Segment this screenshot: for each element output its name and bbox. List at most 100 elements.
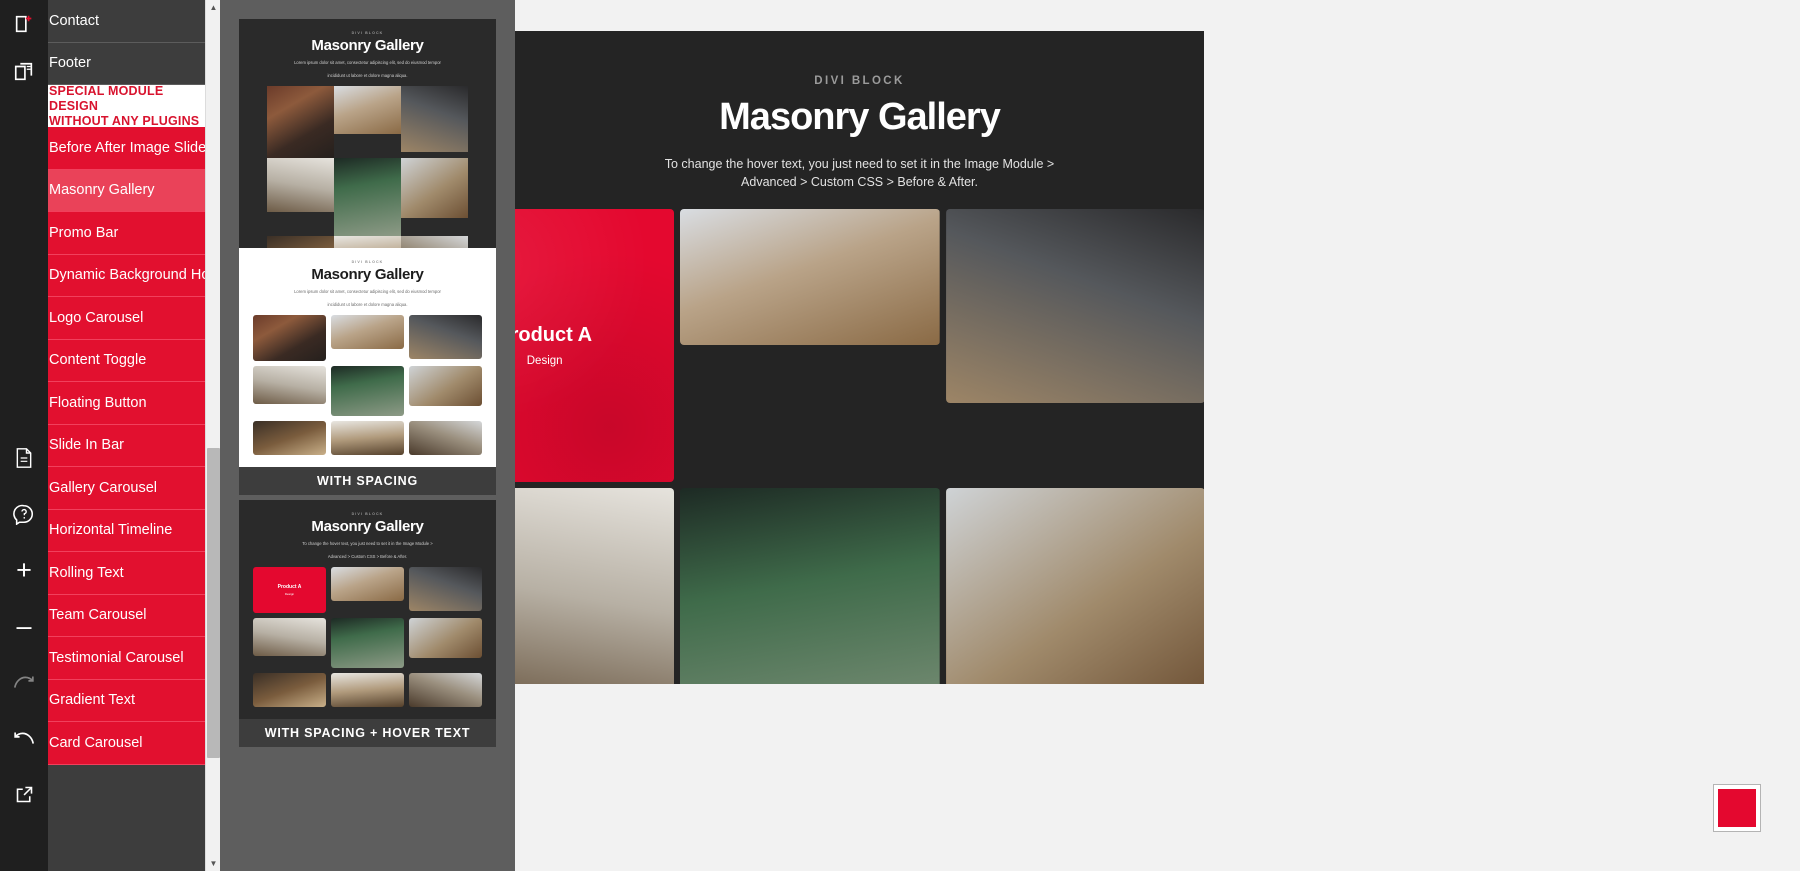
gallery-image[interactable] bbox=[680, 487, 940, 684]
gallery-image[interactable] bbox=[945, 487, 1204, 684]
thumb2-cell bbox=[331, 366, 404, 416]
sidebar-item-dynamic-background-hover[interactable]: Dynamic Background Hover bbox=[41, 254, 205, 297]
sidebar-item-logo-carousel[interactable]: Logo Carousel bbox=[41, 297, 205, 340]
sidebar-item-label: Masonry Gallery bbox=[49, 182, 155, 199]
undo-icon[interactable] bbox=[0, 710, 48, 766]
layout-preview-panel[interactable]: DIVI BLOCK Masonry Gallery Lorem ipsum d… bbox=[220, 0, 515, 871]
sidebar-item-label: Dynamic Background Hover bbox=[49, 267, 205, 284]
new-page-icon[interactable] bbox=[0, 0, 48, 48]
color-swatch[interactable] bbox=[1713, 784, 1761, 832]
thumb3-hover-tile: Product A Design bbox=[253, 567, 326, 613]
sidebar-item-slide-in-bar[interactable]: Slide In Bar bbox=[41, 424, 205, 467]
sidebar-item-floating-button[interactable]: Floating Button bbox=[41, 382, 205, 425]
sidebar-item-gallery-carousel[interactable]: Gallery Carousel bbox=[41, 467, 205, 510]
sidebar-item-label: Floating Button bbox=[49, 394, 147, 411]
redo-icon[interactable] bbox=[0, 654, 48, 710]
duplicate-page-icon[interactable] bbox=[0, 48, 48, 96]
thumb2-cell bbox=[409, 366, 482, 406]
sidebar-heading-line2: WITHOUT ANY PLUGINS bbox=[49, 113, 200, 128]
sidebar-item-special-module-design-without-any-plugins: SPECIAL MODULE DESIGN WITHOUT ANY PLUGINS bbox=[41, 83, 205, 128]
sidebar-item-horizontal-timeline[interactable]: Horizontal Timeline bbox=[41, 509, 205, 552]
thumb3-cell bbox=[331, 618, 404, 668]
thumb3-cell bbox=[253, 673, 326, 707]
thumb3-cell bbox=[331, 673, 404, 707]
thumb3-hover-subtitle: Design bbox=[284, 592, 295, 596]
canvas-eyebrow: DIVI BLOCK bbox=[814, 75, 905, 87]
canvas-subtitle-line1: To change the hover text, you just need … bbox=[664, 156, 1055, 171]
sidebar-item-masonry-gallery[interactable]: Masonry Gallery bbox=[41, 169, 205, 212]
thumb1-cell bbox=[334, 158, 401, 236]
open-external-icon[interactable] bbox=[0, 766, 48, 822]
thumb2-cell bbox=[409, 421, 482, 455]
zoom-in-icon[interactable]: + bbox=[0, 542, 48, 598]
thumb1-cell bbox=[334, 86, 401, 134]
module-menu-list: Contact Footer SPECIAL MODULE DESIGN WITHOU… bbox=[41, 0, 205, 765]
scroll-up-arrow-icon[interactable]: ▲ bbox=[206, 0, 221, 15]
thumb3-gallery-grid: Product A Design bbox=[239, 567, 496, 719]
thumb3-label: WITH SPACING + HOVER TEXT bbox=[239, 719, 496, 747]
thumb3-subtitle-line1: To change the hover text, you just need … bbox=[302, 541, 433, 546]
thumb3-cell bbox=[409, 673, 482, 707]
sidebar-item-label: Slide In Bar bbox=[49, 437, 124, 454]
hover-tile-subtitle: Design bbox=[526, 354, 563, 367]
sidebar-item-label: Gradient Text bbox=[49, 692, 135, 709]
thumbnail-with-spacing[interactable]: DIVI BLOCK Masonry Gallery Lorem ipsum d… bbox=[239, 248, 496, 495]
sidebar-item-label: Logo Carousel bbox=[49, 309, 144, 326]
help-icon[interactable] bbox=[0, 486, 48, 542]
thumb2-eyebrow: DIVI BLOCK bbox=[351, 260, 384, 264]
thumb2-subtitle-line2: incididunt ut labore et dolore magna ali… bbox=[327, 302, 408, 307]
sidebar-item-before-after-image-slider[interactable]: Before After Image Slider bbox=[41, 127, 205, 170]
thumb1-title: Masonry Gallery bbox=[311, 37, 424, 54]
sidebar-item-label: Card Carousel bbox=[49, 734, 143, 751]
thumb2-cell bbox=[253, 315, 326, 361]
document-icon[interactable] bbox=[0, 430, 48, 486]
thumb1-cell bbox=[401, 86, 468, 152]
gallery-image[interactable] bbox=[515, 487, 675, 684]
sidebar-item-team-carousel[interactable]: Team Carousel bbox=[41, 594, 205, 637]
sidebar-item-contact[interactable]: Contact bbox=[41, 0, 205, 43]
gallery-hover-tile[interactable]: Product A Design bbox=[515, 208, 675, 482]
sidebar-item-card-carousel[interactable]: Card Carousel bbox=[41, 722, 205, 765]
gallery-image[interactable] bbox=[945, 208, 1204, 403]
sidebar-item-label: Horizontal Timeline bbox=[49, 522, 173, 539]
thumb2-cell bbox=[331, 421, 404, 455]
zoom-out-icon[interactable]: – bbox=[0, 598, 48, 654]
color-swatch-fill bbox=[1718, 789, 1756, 827]
sidebar-item-label: Promo Bar bbox=[49, 224, 119, 241]
thumb2-cell bbox=[253, 366, 326, 404]
thumb2-title: Masonry Gallery bbox=[311, 266, 424, 283]
sidebar-heading-line1: SPECIAL MODULE DESIGN bbox=[49, 83, 164, 113]
thumb3-subtitle-line2: Advanced > Custom CSS > Before & After. bbox=[327, 554, 408, 559]
module-sidebar[interactable]: Contact Footer SPECIAL MODULE DESIGN WITHOU… bbox=[41, 0, 205, 871]
thumb3-cell bbox=[409, 567, 482, 611]
thumb2-subtitle-line1: Lorem ipsum dolor sit amet, consectetur … bbox=[294, 289, 441, 294]
thumb3-cell bbox=[409, 618, 482, 658]
sidebar-item-label: Before After Image Slider bbox=[49, 139, 205, 156]
thumb1-cell bbox=[267, 86, 334, 158]
thumbnail-with-spacing-hover-text[interactable]: DIVI BLOCK Masonry Gallery To change the… bbox=[239, 500, 496, 747]
sidebar-scrollbar-thumb[interactable] bbox=[207, 448, 220, 758]
sidebar-item-footer[interactable]: Footer bbox=[41, 42, 205, 85]
gallery-image[interactable] bbox=[680, 208, 940, 345]
canvas-header: DIVI BLOCK Masonry Gallery To change the… bbox=[515, 31, 1204, 191]
sidebar-scrollbar-track[interactable]: ▲ ▼ bbox=[205, 0, 220, 871]
canvas-gallery-grid: Product A Design bbox=[515, 191, 1204, 684]
thumb2-cell bbox=[331, 315, 404, 349]
sidebar-item-testimonial-carousel[interactable]: Testimonial Carousel bbox=[41, 637, 205, 680]
thumb3-eyebrow: DIVI BLOCK bbox=[351, 512, 384, 516]
sidebar-item-label: Rolling Text bbox=[49, 564, 124, 581]
thumb3-header: DIVI BLOCK Masonry Gallery To change the… bbox=[239, 500, 496, 567]
sidebar-item-label: Content Toggle bbox=[49, 352, 147, 369]
sidebar-item-promo-bar[interactable]: Promo Bar bbox=[41, 212, 205, 255]
thumb2-cell bbox=[409, 315, 482, 359]
main-canvas-preview[interactable]: DIVI BLOCK Masonry Gallery To change the… bbox=[515, 31, 1204, 684]
scroll-down-arrow-icon[interactable]: ▼ bbox=[206, 856, 221, 871]
sidebar-item-rolling-text[interactable]: Rolling Text bbox=[41, 552, 205, 595]
thumb3-hover-title: Product A bbox=[277, 584, 302, 590]
sidebar-item-gradient-text[interactable]: Gradient Text bbox=[41, 679, 205, 722]
thumb1-eyebrow: DIVI BLOCK bbox=[351, 31, 384, 35]
thumb2-gallery-grid bbox=[239, 315, 496, 467]
thumb2-cell bbox=[253, 421, 326, 455]
thumb2-header: DIVI BLOCK Masonry Gallery Lorem ipsum d… bbox=[239, 248, 496, 315]
sidebar-item-content-toggle[interactable]: Content Toggle bbox=[41, 339, 205, 382]
